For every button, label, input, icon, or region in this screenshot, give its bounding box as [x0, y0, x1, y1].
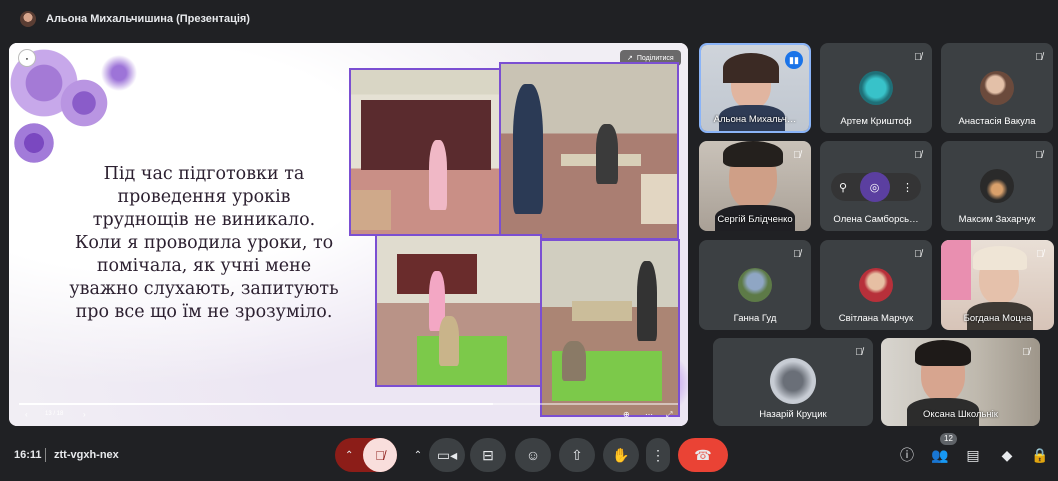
- people-icon: 👥: [931, 446, 949, 463]
- divider: [45, 448, 46, 462]
- prev-slide-icon[interactable]: ‹: [25, 410, 28, 419]
- participant-name: Анастасія Вакула: [958, 116, 1036, 127]
- mic-off-icon: 🎙̸: [914, 52, 922, 63]
- participant-tile[interactable]: 🎙̸ Оксана Школьнік: [881, 338, 1040, 426]
- classroom-photo: [540, 239, 680, 417]
- share-label: Поділитися: [636, 54, 674, 62]
- more-options-button[interactable]: ⋮: [646, 438, 670, 472]
- participant-name: Сергій Блідченко: [717, 214, 793, 225]
- participant-count-badge: 12: [940, 433, 957, 445]
- avatar: [859, 71, 893, 105]
- participant-name: Ганна Гуд: [733, 313, 777, 324]
- lock-person-icon: 🔒: [1031, 446, 1049, 463]
- audio-options-button[interactable]: ⌃ 🎙̸: [335, 438, 397, 472]
- more-vert-icon: ⋮: [651, 446, 665, 463]
- participant-name: Артем Криштоф: [840, 116, 912, 127]
- participant-tile[interactable]: 🎙̸ Богдана Моцна: [941, 240, 1054, 330]
- present-icon: ⇧: [571, 446, 583, 463]
- info-icon: ⓘ: [900, 447, 914, 463]
- participant-name: Богдана Моцна: [963, 313, 1032, 324]
- chat-button[interactable]: ▤: [962, 444, 984, 466]
- tile-hover-controls: ⚲ ◎ ⋮: [831, 172, 921, 202]
- slide-logo: ●: [18, 49, 36, 67]
- people-button[interactable]: 👥: [929, 444, 951, 466]
- participant-tile[interactable]: 🎙̸ Світлана Марчук: [820, 240, 932, 330]
- classroom-photo: [349, 68, 501, 236]
- leave-call-button[interactable]: ☎: [678, 438, 728, 472]
- presentation-title: Альона Михальчишина (Презентація): [46, 13, 250, 25]
- clock: 16:11: [14, 449, 42, 461]
- mic-off-icon: 🎙̸: [1035, 52, 1043, 63]
- top-bar: Альона Михальчишина (Презентація): [0, 0, 1058, 38]
- participant-tile[interactable]: 🎙̸ Максим Захарчук: [941, 141, 1053, 231]
- chat-icon: ▤: [966, 446, 980, 463]
- participant-name: Оксана Школьнік: [923, 409, 998, 420]
- speaking-icon: ▮▮: [785, 51, 803, 69]
- hand-icon: ✋: [612, 446, 630, 463]
- participant-tile[interactable]: 🎙̸ Ганна Гуд: [699, 240, 811, 330]
- slide-controls: ‹ 13 / 18 › ⊕ ⋯ ⤢: [9, 400, 688, 426]
- mic-off-icon: 🎙̸: [1036, 249, 1044, 260]
- meeting-code: ztt-vgxh-nex: [54, 449, 119, 461]
- phone-hangup-icon: ☎: [694, 446, 712, 463]
- slide-text: Під час підготовки та проведення уроків …: [69, 164, 339, 322]
- participant-tile[interactable]: ▮▮ Альона Михальч…: [699, 43, 811, 133]
- host-controls-button[interactable]: 🔒: [1029, 444, 1051, 466]
- mic-off-button[interactable]: 🎙̸: [363, 438, 397, 472]
- bottom-toolbar: 16:11 ztt-vgxh-nex ⌃ 🎙̸ ⌃ ▭◂ ⊟ ☺ ⇧ ✋ ⋮ ☎…: [0, 432, 1058, 481]
- participant-tile[interactable]: 🎙̸ Назарій Круцик: [713, 338, 873, 426]
- mic-off-icon: 🎙̸: [793, 249, 801, 260]
- avatar: [738, 268, 772, 302]
- shapes-icon: ◆: [1001, 446, 1013, 463]
- raise-hand-button[interactable]: ✋: [603, 438, 639, 472]
- mic-off-icon: 🎙̸: [793, 150, 801, 161]
- participant-avatar-mini: ◎: [859, 172, 890, 202]
- captions-button[interactable]: ⊟: [470, 438, 506, 472]
- classroom-photo: [499, 62, 679, 240]
- participant-tile[interactable]: 🎙̸ ⚲ ◎ ⋮ Олена Самборсь…: [820, 141, 932, 231]
- mic-off-icon: 🎙̸: [855, 347, 863, 358]
- reactions-button[interactable]: ☺: [515, 438, 551, 472]
- slide-progress: [19, 403, 678, 405]
- meeting-info-button[interactable]: ⓘ: [896, 444, 918, 466]
- more-options-icon[interactable]: ⋮: [902, 181, 913, 194]
- presentation-view[interactable]: ● ↗ Поділитися Під час підготовки та про…: [9, 43, 688, 426]
- zoom-icon[interactable]: ⊕: [623, 410, 630, 419]
- page-number: 13 / 18: [45, 411, 64, 417]
- participant-name: Олена Самборсь…: [833, 214, 919, 225]
- camera-icon: ▭◂: [436, 446, 458, 463]
- chevron-up-icon: ⌃: [345, 449, 354, 461]
- next-slide-icon[interactable]: ›: [83, 410, 86, 419]
- present-button[interactable]: ⇧: [559, 438, 595, 472]
- flower-decoration: [9, 113, 59, 173]
- participant-name: Назарій Круцик: [759, 409, 827, 420]
- avatar: [859, 268, 893, 302]
- avatar: [980, 71, 1014, 105]
- chevron-up-icon: ⌃: [413, 449, 423, 461]
- mic-off-icon: 🎙̸: [1035, 150, 1043, 161]
- emoji-icon: ☺: [525, 447, 541, 463]
- camera-button[interactable]: ▭◂: [429, 438, 465, 472]
- participant-tile[interactable]: 🎙̸ Сергій Блідченко: [699, 141, 811, 231]
- participant-name: Світлана Марчук: [838, 313, 914, 324]
- pin-icon[interactable]: ⚲: [839, 181, 847, 194]
- video-options-button[interactable]: ⌃: [408, 438, 428, 472]
- participant-name: Альона Михальч…: [713, 114, 797, 125]
- flower-decoration: [89, 53, 149, 93]
- presenter-avatar: [20, 11, 36, 27]
- share-icon: ↗: [627, 55, 633, 62]
- participant-name: Максим Захарчук: [958, 214, 1036, 225]
- fullscreen-icon[interactable]: ⤢: [666, 410, 672, 420]
- mic-off-icon: 🎙̸: [914, 150, 922, 161]
- participant-tile[interactable]: 🎙̸ Анастасія Вакула: [941, 43, 1053, 133]
- participant-tile[interactable]: 🎙̸ Артем Криштоф: [820, 43, 932, 133]
- mic-off-icon: 🎙̸: [1022, 347, 1030, 358]
- classroom-photo: [375, 234, 542, 387]
- captions-icon: ⊟: [482, 446, 494, 463]
- activities-button[interactable]: ◆: [996, 444, 1018, 466]
- avatar: [980, 169, 1014, 203]
- mic-off-icon: 🎙̸: [914, 249, 922, 260]
- more-icon[interactable]: ⋯: [645, 410, 653, 419]
- avatar: [770, 358, 816, 404]
